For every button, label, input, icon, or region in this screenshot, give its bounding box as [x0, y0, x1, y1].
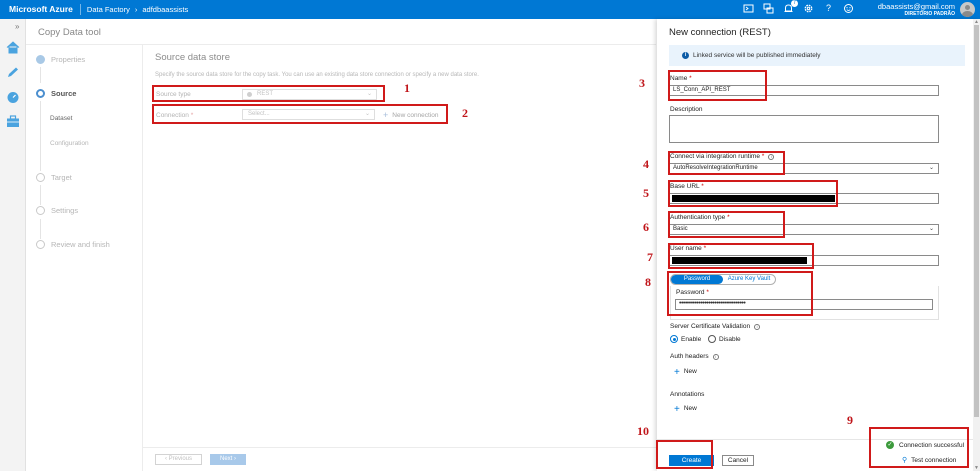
- annotation-box-5: [668, 180, 838, 207]
- description-label: Description: [670, 106, 703, 113]
- step-connector: [40, 101, 41, 171]
- plus-icon: +: [674, 367, 680, 378]
- step-label: Target: [51, 173, 72, 182]
- annotation-box-4: [668, 151, 785, 175]
- annotation-number-6: 6: [643, 220, 649, 234]
- avatar[interactable]: [960, 2, 975, 17]
- directory-icon[interactable]: [763, 3, 774, 14]
- breadcrumb-factory-name[interactable]: adfdbaassists: [142, 5, 188, 14]
- previous-button[interactable]: ‹ Previous: [155, 454, 202, 465]
- step-dataset[interactable]: Dataset: [50, 115, 72, 122]
- next-button[interactable]: Next ›: [210, 454, 246, 465]
- annotation-number-8: 8: [645, 275, 651, 289]
- annotation-number-10: 10: [637, 424, 649, 438]
- cloud-shell-icon[interactable]: [743, 3, 754, 14]
- step-connector: [40, 219, 41, 239]
- notification-badge: 7: [791, 0, 798, 7]
- tool-title: Copy Data tool: [38, 27, 101, 38]
- copy-data-tool-header: Copy Data tool: [26, 19, 656, 45]
- add-auth-header-button[interactable]: + New: [674, 367, 697, 378]
- feedback-icon[interactable]: [843, 3, 854, 14]
- step-settings[interactable]: Settings: [36, 206, 78, 215]
- annotation-number-3: 3: [639, 76, 645, 90]
- annotation-number-5: 5: [643, 186, 649, 200]
- annotations-label: Annotations: [670, 391, 705, 398]
- scroll-thumb[interactable]: [974, 25, 979, 417]
- info-banner: i Linked service will be published immed…: [669, 45, 965, 66]
- cert-validation-label: Server Certificate Validation i: [670, 323, 761, 330]
- radio-enable[interactable]: Enable: [670, 335, 701, 343]
- wizard-steps: Properties Source Dataset Configuration …: [26, 45, 143, 471]
- step-review-and-finish[interactable]: Review and finish: [36, 240, 110, 249]
- info-text: Linked service will be published immedia…: [693, 52, 821, 59]
- step-done-icon: [36, 55, 45, 64]
- annotation-box-8: [667, 271, 813, 316]
- annotation-number-1: 1: [404, 81, 410, 95]
- monitor-gauge-icon[interactable]: [6, 91, 20, 104]
- settings-icon[interactable]: [803, 3, 814, 14]
- user-email: dbaassists@gmail.com: [877, 2, 955, 11]
- annotation-box-6: [668, 211, 785, 238]
- step-target[interactable]: Target: [36, 173, 72, 182]
- section-title: Source data store: [155, 52, 230, 63]
- cancel-button[interactable]: Cancel: [722, 455, 754, 466]
- info-circle-icon[interactable]: i: [712, 354, 719, 360]
- panel-title: New connection (REST): [669, 27, 771, 38]
- info-circle-icon[interactable]: i: [754, 324, 761, 330]
- breadcrumb-separator: ›: [134, 5, 138, 14]
- footer-divider: [143, 447, 656, 448]
- step-connector: [40, 67, 41, 83]
- breadcrumb-data-factory[interactable]: Data Factory: [81, 5, 130, 14]
- annotation-number-7: 7: [647, 250, 653, 264]
- step-label: Settings: [51, 206, 79, 215]
- annotation-box-9: [869, 427, 969, 468]
- step-configuration[interactable]: Configuration: [50, 140, 89, 147]
- step-label: Properties: [51, 55, 86, 64]
- step-properties[interactable]: Properties: [36, 55, 85, 64]
- expand-rail-icon[interactable]: »: [15, 22, 19, 31]
- radio-unselected-icon: [708, 335, 716, 343]
- annotation-box-3: [668, 70, 767, 101]
- scroll-down-icon[interactable]: ▼: [974, 465, 979, 471]
- info-icon: i: [682, 52, 689, 59]
- chevron-down-icon: ⌄: [928, 165, 934, 171]
- user-directory: DIRETÓRIO PADRÃO: [904, 11, 955, 17]
- description-textarea[interactable]: [669, 115, 939, 143]
- home-icon[interactable]: [6, 41, 20, 54]
- left-rail: »: [0, 19, 26, 471]
- step-source[interactable]: Source: [36, 89, 76, 98]
- author-pencil-icon[interactable]: [6, 66, 20, 79]
- step-label: Dataset: [50, 115, 73, 122]
- annotation-number-2: 2: [462, 106, 468, 120]
- annotation-number-4: 4: [643, 157, 649, 171]
- section-description: Specify the source data store for the co…: [155, 72, 479, 78]
- add-annotation-button[interactable]: + New: [674, 404, 697, 415]
- step-pending-icon: [36, 173, 45, 182]
- manage-toolbox-icon[interactable]: [6, 115, 20, 128]
- notifications-icon[interactable]: 7: [783, 0, 798, 14]
- annotation-box-10: [656, 440, 713, 469]
- annotation-box-2: [152, 104, 448, 124]
- step-active-icon: [36, 89, 45, 98]
- annotation-number-9: 9: [847, 413, 853, 427]
- azure-brand[interactable]: Microsoft Azure: [0, 4, 81, 15]
- plus-icon: +: [674, 404, 680, 415]
- help-icon[interactable]: ?: [823, 3, 834, 14]
- step-label: Review and finish: [51, 240, 110, 249]
- step-connector: [40, 185, 41, 205]
- step-label: Source: [51, 89, 77, 98]
- account-info[interactable]: dbaassists@gmail.com DIRETÓRIO PADRÃO: [878, 2, 955, 18]
- step-pending-icon: [36, 206, 45, 215]
- step-pending-icon: [36, 240, 45, 249]
- annotation-box-1: [152, 85, 385, 102]
- topbar-icons: 7 ?: [743, 0, 854, 14]
- radio-selected-icon: [670, 335, 678, 343]
- annotation-box-7: [668, 243, 814, 269]
- chevron-down-icon: ⌄: [928, 226, 934, 232]
- step-label: Configuration: [50, 140, 89, 147]
- panel-scrollbar[interactable]: ▲ ▼: [973, 19, 980, 471]
- auth-headers-label: Auth headers i: [670, 353, 719, 360]
- radio-disable[interactable]: Disable: [708, 335, 741, 343]
- azure-top-bar: Microsoft Azure Data Factory › adfdbaass…: [0, 0, 980, 19]
